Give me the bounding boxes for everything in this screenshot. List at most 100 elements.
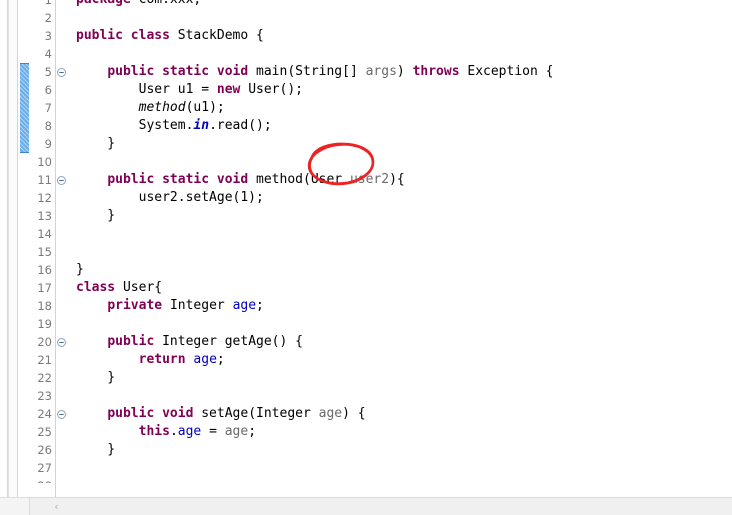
code-line[interactable]: public static void method(User user2){: [68, 171, 732, 189]
code-line[interactable]: }: [68, 207, 732, 225]
fold-collapse-icon[interactable]: [56, 405, 66, 423]
line-number[interactable]: 21: [28, 351, 52, 369]
code-line-text: public class StackDemo {: [68, 27, 264, 45]
fold-collapse-icon[interactable]: [56, 171, 66, 189]
code-line[interactable]: [68, 387, 732, 405]
code-token: age: [193, 352, 217, 367]
code-token: age: [224, 424, 249, 439]
line-number[interactable]: 12: [28, 189, 52, 207]
code-line[interactable]: [68, 243, 732, 261]
code-line[interactable]: [68, 477, 732, 495]
code-editor: 1 2 3 4 5 6 7 8 9 10 11 12 13 14 15 16 17 18 19 20 21 22 23 24 2…: [0, 0, 732, 515]
line-number[interactable]: 3: [28, 27, 52, 45]
fold-collapse-icon[interactable]: [56, 63, 66, 81]
code-token: User u1 =: [76, 82, 217, 97]
code-token: class: [76, 280, 123, 295]
code-line[interactable]: return age;: [68, 351, 732, 369]
line-number[interactable]: 26: [28, 441, 52, 459]
code-line-text: }: [68, 135, 115, 153]
horizontal-scrollbar[interactable]: ‹: [0, 497, 732, 515]
line-number[interactable]: 25: [28, 423, 52, 441]
code-line[interactable]: [68, 225, 732, 243]
code-line[interactable]: public class StackDemo {: [68, 27, 732, 45]
code-line[interactable]: [68, 45, 732, 63]
line-number[interactable]: 10: [28, 153, 52, 171]
code-line-text: public void setAge(Integer age) {: [68, 405, 365, 423]
code-token: private: [107, 298, 170, 313]
code-line[interactable]: System.in.read();: [68, 117, 732, 135]
annotation-ruler[interactable]: [8, 0, 18, 515]
line-number[interactable]: 15: [28, 243, 52, 261]
code-token: public static void: [107, 64, 257, 79]
code-token: User{: [122, 280, 163, 295]
code-line[interactable]: package com.xxx;: [68, 0, 732, 9]
code-line-text: this.age = age;: [68, 423, 256, 441]
line-number[interactable]: 23: [28, 387, 52, 405]
code-line-text: }: [68, 369, 115, 387]
code-line[interactable]: User u1 = new User();: [68, 81, 732, 99]
code-token: in: [193, 118, 210, 133]
code-token: method(User: [256, 172, 350, 187]
line-number[interactable]: 14: [28, 225, 52, 243]
code-line[interactable]: }: [68, 369, 732, 387]
code-line[interactable]: [68, 315, 732, 333]
line-number[interactable]: 17: [28, 279, 52, 297]
code-line[interactable]: class User{: [68, 279, 732, 297]
line-number[interactable]: 16: [28, 261, 52, 279]
line-number[interactable]: 18: [28, 297, 52, 315]
code-folding-gutter[interactable]: [56, 0, 68, 515]
code-line[interactable]: public static void main(String[] args) t…: [68, 63, 732, 81]
line-number[interactable]: 22: [28, 369, 52, 387]
line-number[interactable]: 24: [28, 405, 52, 423]
code-token: Integer: [169, 298, 233, 313]
fold-collapse-icon[interactable]: [56, 333, 66, 351]
line-number[interactable]: 11: [28, 171, 52, 189]
code-line[interactable]: [68, 459, 732, 477]
code-line[interactable]: [68, 153, 732, 171]
line-number[interactable]: 19: [28, 315, 52, 333]
line-number[interactable]: 20: [28, 333, 52, 351]
overview-ruler[interactable]: [0, 0, 8, 515]
code-line[interactable]: user2.setAge(1);: [68, 189, 732, 207]
code-line-text: System.in.read();: [68, 117, 272, 135]
code-line[interactable]: }: [68, 261, 732, 279]
code-token: age: [318, 406, 343, 421]
code-line[interactable]: private Integer age;: [68, 297, 732, 315]
code-token: ){: [389, 172, 405, 187]
line-number[interactable]: 7: [28, 99, 52, 117]
code-line-text: return age;: [68, 351, 225, 369]
line-number[interactable]: 8: [28, 117, 52, 135]
line-number[interactable]: 6: [28, 81, 52, 99]
line-number-gutter[interactable]: 1 2 3 4 5 6 7 8 9 10 11 12 13 14 15 16 17 18 19 20 21 22 23 24 2…: [29, 0, 56, 515]
code-token: .read();: [209, 118, 272, 133]
code-line[interactable]: method(u1);: [68, 99, 732, 117]
code-line-text: }: [68, 207, 115, 225]
line-number[interactable]: 27: [28, 459, 52, 477]
code-token: age: [177, 424, 202, 439]
code-text-area[interactable]: package com.xxx; public class StackDemo {…: [68, 0, 732, 497]
line-number[interactable]: 4: [28, 45, 52, 63]
code-token: age: [232, 298, 257, 313]
code-token: }: [76, 136, 116, 151]
code-line[interactable]: this.age = age;: [68, 423, 732, 441]
line-number[interactable]: 5: [28, 63, 52, 81]
line-number[interactable]: 9: [28, 135, 52, 153]
code-line[interactable]: }: [68, 135, 732, 153]
code-token: ;: [216, 352, 225, 367]
code-line[interactable]: [68, 9, 732, 27]
scroll-left-icon[interactable]: ‹: [50, 500, 63, 513]
code-line[interactable]: }: [68, 441, 732, 459]
code-line[interactable]: public void setAge(Integer age) {: [68, 405, 732, 423]
code-line-text: public static void method(User user2){: [68, 171, 405, 189]
code-token: user2.setAge(1);: [76, 190, 264, 205]
code-token: main(String[]: [256, 64, 366, 79]
line-number[interactable]: 2: [28, 9, 52, 27]
code-line[interactable]: public Integer getAge() {: [68, 333, 732, 351]
code-line-text: private Integer age;: [68, 297, 264, 315]
line-number[interactable]: 13: [28, 207, 52, 225]
line-number[interactable]: 1: [28, 0, 52, 9]
code-token: (u1);: [185, 100, 225, 115]
